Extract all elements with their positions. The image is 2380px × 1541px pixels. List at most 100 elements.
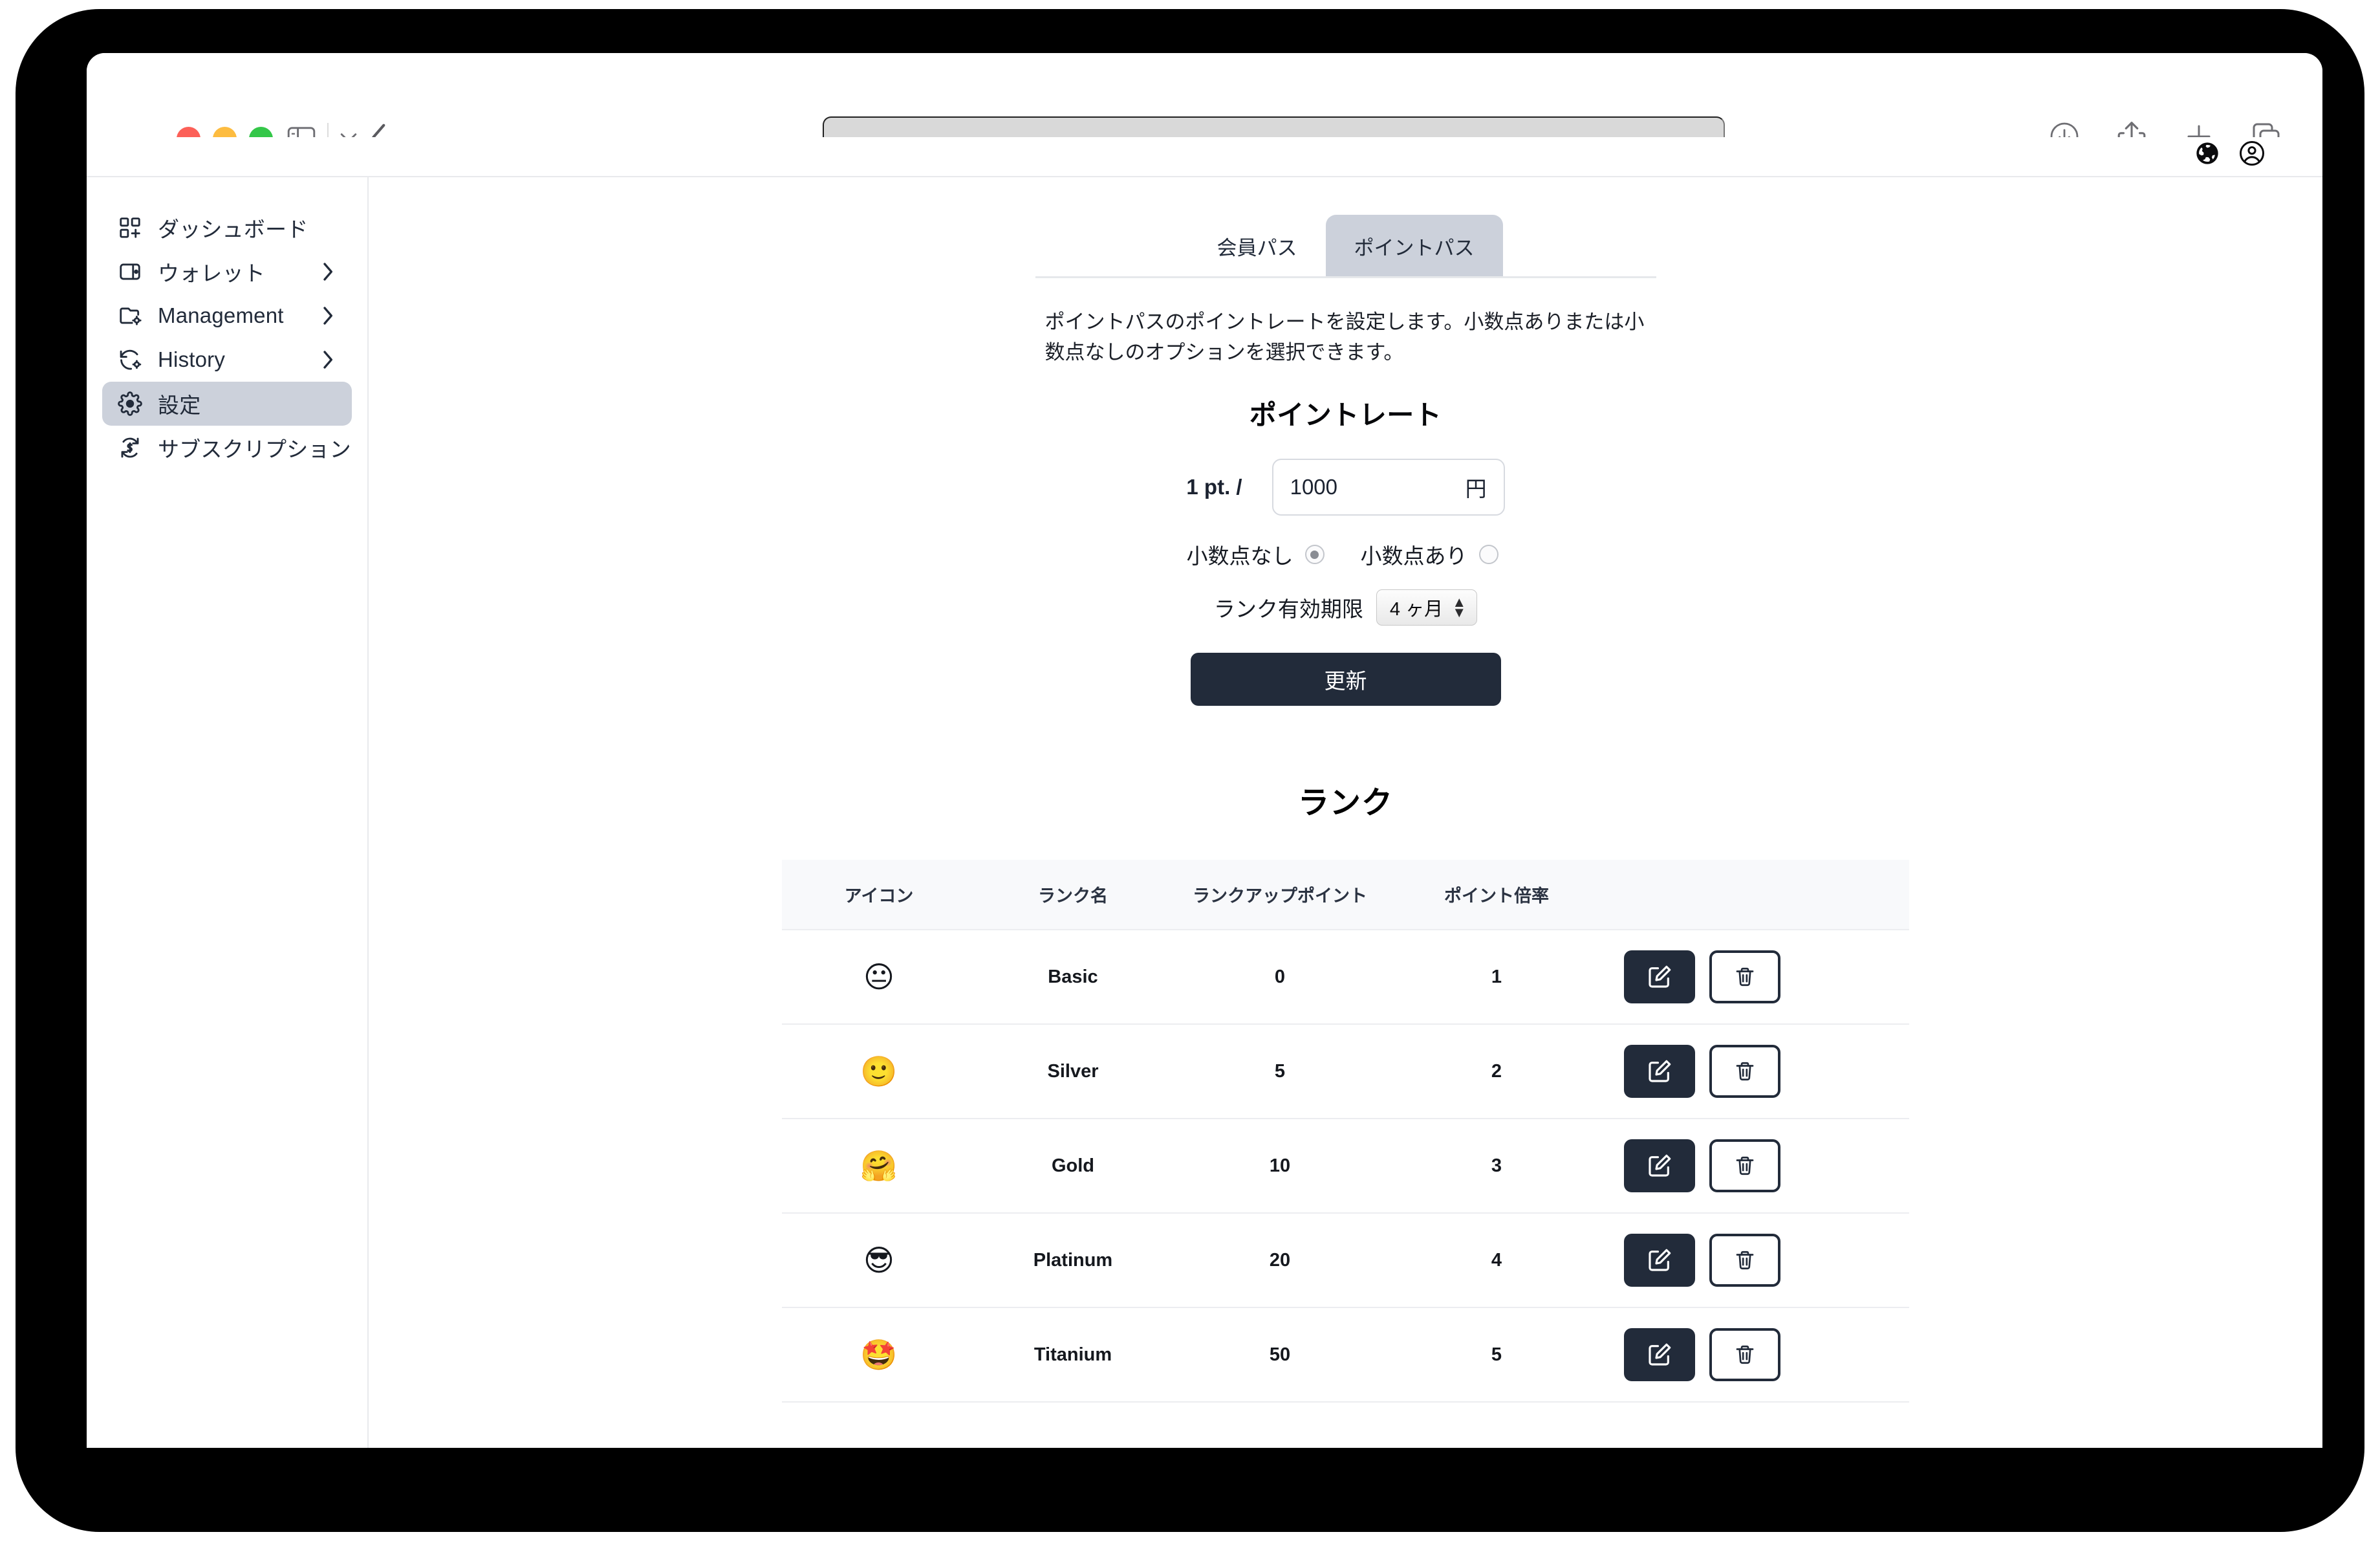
wallet-icon <box>116 258 144 285</box>
chevron-right-icon <box>318 306 338 325</box>
cell-rankup-points: 50 <box>1170 1307 1390 1403</box>
point-rate-input[interactable] <box>1273 475 1435 500</box>
cell-actions <box>1603 1212 1909 1308</box>
table-row: 🤩 Titanium 50 5 <box>782 1307 1909 1403</box>
cell-rankup-points: 0 <box>1170 929 1390 1025</box>
delete-row-button[interactable] <box>1709 1045 1780 1098</box>
subscription-icon <box>116 434 144 461</box>
device-bezel: ダッシュボード ウォレット Management History 設定 サブスク… <box>16 9 2364 1532</box>
update-button[interactable]: 更新 <box>1190 653 1501 706</box>
edit-row-button[interactable] <box>1624 1328 1695 1382</box>
cell-rank-name: Platinum <box>976 1212 1170 1308</box>
rank-emoji-icon: 🤗 <box>860 1148 898 1183</box>
cell-multiplier: 5 <box>1390 1307 1603 1403</box>
delete-row-button[interactable] <box>1709 950 1780 1004</box>
radio-label: 小数点なし <box>1186 544 1293 569</box>
cell-icon: 🙂 <box>782 1023 976 1119</box>
point-rate-prefix-label: 1 pt. / <box>1186 475 1242 499</box>
sidebar-item-subscription[interactable]: サブスクリプション <box>102 426 352 470</box>
edit-row-button[interactable] <box>1624 1139 1695 1193</box>
rank-emoji-icon: 😎 <box>863 1243 894 1277</box>
table-row: 🙂 Silver 5 2 <box>782 1023 1909 1119</box>
radio-indicator[interactable] <box>1478 545 1498 565</box>
table-row: 😐 Basic 0 1 <box>782 929 1909 1025</box>
stepper-arrows-icon: ▲ ▼ <box>1452 594 1467 621</box>
rank-expiry-label: ランク有効期限 <box>1213 597 1363 622</box>
rank-expiry-value: 4 ヶ月 <box>1389 599 1444 620</box>
radio-label: 小数点あり <box>1360 544 1467 569</box>
delete-row-button[interactable] <box>1709 1328 1780 1382</box>
cell-rank-name: Titanium <box>976 1307 1170 1403</box>
point-rate-title: ポイントレート <box>1249 400 1442 431</box>
sidebar-item-label: ウォレット <box>158 261 265 285</box>
account-circle-icon[interactable] <box>2238 140 2266 170</box>
gear-icon <box>116 390 144 417</box>
sidebar-item-label: History <box>158 347 226 371</box>
cell-actions <box>1603 1118 1909 1214</box>
browser-window: ダッシュボード ウォレット Management History 設定 サブスク… <box>87 53 2322 1448</box>
tab-bar: 会員パス ポイントパス <box>1035 215 1656 278</box>
rank-table-head: アイコン ランク名 ランクアップポイント ポイント倍率 <box>782 860 1909 930</box>
rank-table-body: 😐 Basic 0 1 🙂 Silver 5 2 🤗 Gold 10 3 😎 P… <box>782 929 1909 1403</box>
sidebar-item-wallet[interactable]: ウォレット <box>102 250 352 294</box>
cell-icon: 🤩 <box>782 1307 976 1403</box>
rank-expiry-select[interactable]: 4 ヶ月 ▲ ▼ <box>1376 589 1478 626</box>
point-rate-row: 1 pt. / 円 <box>1186 459 1505 516</box>
table-row: 😎 Platinum 20 4 <box>782 1212 1909 1308</box>
delete-row-button[interactable] <box>1709 1139 1780 1193</box>
edit-row-button[interactable] <box>1624 1045 1695 1098</box>
table-row: 🤗 Gold 10 3 <box>782 1118 1909 1214</box>
rank-expiry-row: ランク有効期限 4 ヶ月 ▲ ▼ <box>1213 589 1478 626</box>
folder-settings-icon <box>116 302 144 329</box>
sidebar-item-label: Management <box>158 303 284 327</box>
cell-icon: 😐 <box>782 929 976 1025</box>
cell-icon: 🤗 <box>782 1118 976 1214</box>
decimal-option-group: 小数点なし 小数点あり <box>1187 539 1498 570</box>
tab-member-pass[interactable]: 会員パス <box>1189 215 1326 276</box>
column-header-multiplier: ポイント倍率 <box>1390 860 1603 930</box>
cell-multiplier: 3 <box>1390 1118 1603 1214</box>
cell-rank-name: Gold <box>976 1118 1170 1214</box>
column-header-rank-name: ランク名 <box>976 860 1170 930</box>
column-header-actions <box>1603 860 1909 930</box>
chevron-right-icon <box>318 350 338 369</box>
main-content: 会員パス ポイントパス ポイントパスのポイントレートを設定します。小数点ありまた… <box>369 177 2322 1448</box>
edit-row-button[interactable] <box>1624 950 1695 1004</box>
cell-rank-name: Basic <box>976 929 1170 1025</box>
currency-unit-label: 円 <box>1465 477 1487 501</box>
cell-actions <box>1603 1307 1909 1403</box>
radio-indicator[interactable] <box>1304 545 1325 565</box>
cell-rank-name: Silver <box>976 1023 1170 1119</box>
sidebar-item-settings[interactable]: 設定 <box>102 382 352 426</box>
sidebar: ダッシュボード ウォレット Management History 設定 サブスク… <box>87 177 369 1448</box>
chevron-right-icon <box>318 262 338 281</box>
sidebar-item-history[interactable]: History <box>102 338 352 382</box>
rank-emoji-icon: 🤩 <box>860 1337 898 1372</box>
column-header-rankup: ランクアップポイント <box>1170 860 1390 930</box>
cell-rankup-points: 5 <box>1170 1023 1390 1119</box>
globe-icon[interactable] <box>2194 140 2220 169</box>
app-body: ダッシュボード ウォレット Management History 設定 サブスク… <box>87 177 2322 1448</box>
edit-row-button[interactable] <box>1624 1234 1695 1287</box>
cell-rankup-points: 10 <box>1170 1118 1390 1214</box>
cell-rankup-points: 20 <box>1170 1212 1390 1308</box>
browser-toolbar <box>87 53 2322 157</box>
tab-point-pass[interactable]: ポイントパス <box>1325 215 1503 276</box>
column-header-icon: アイコン <box>782 860 976 930</box>
radio-option-with-decimal[interactable]: 小数点あり <box>1361 539 1498 570</box>
rank-table: アイコン ランク名 ランクアップポイント ポイント倍率 😐 Basic 0 1 <box>782 860 1909 1403</box>
cell-actions <box>1603 929 1909 1025</box>
sidebar-item-label: サブスクリプション <box>158 437 351 461</box>
sidebar-item-dashboard[interactable]: ダッシュボード <box>102 206 352 250</box>
point-rate-input-wrapper: 円 <box>1271 459 1505 516</box>
cell-icon: 😎 <box>782 1212 976 1308</box>
rank-section-title: ランク <box>1297 786 1393 821</box>
radio-option-no-decimal[interactable]: 小数点なし <box>1187 539 1325 570</box>
rank-emoji-icon: 😐 <box>863 959 894 994</box>
delete-row-button[interactable] <box>1709 1234 1780 1287</box>
sidebar-item-management[interactable]: Management <box>102 294 352 338</box>
app-header <box>87 137 2322 177</box>
sidebar-item-label: ダッシュボード <box>158 217 308 241</box>
cell-multiplier: 2 <box>1390 1023 1603 1119</box>
dashboard-icon <box>116 214 144 241</box>
